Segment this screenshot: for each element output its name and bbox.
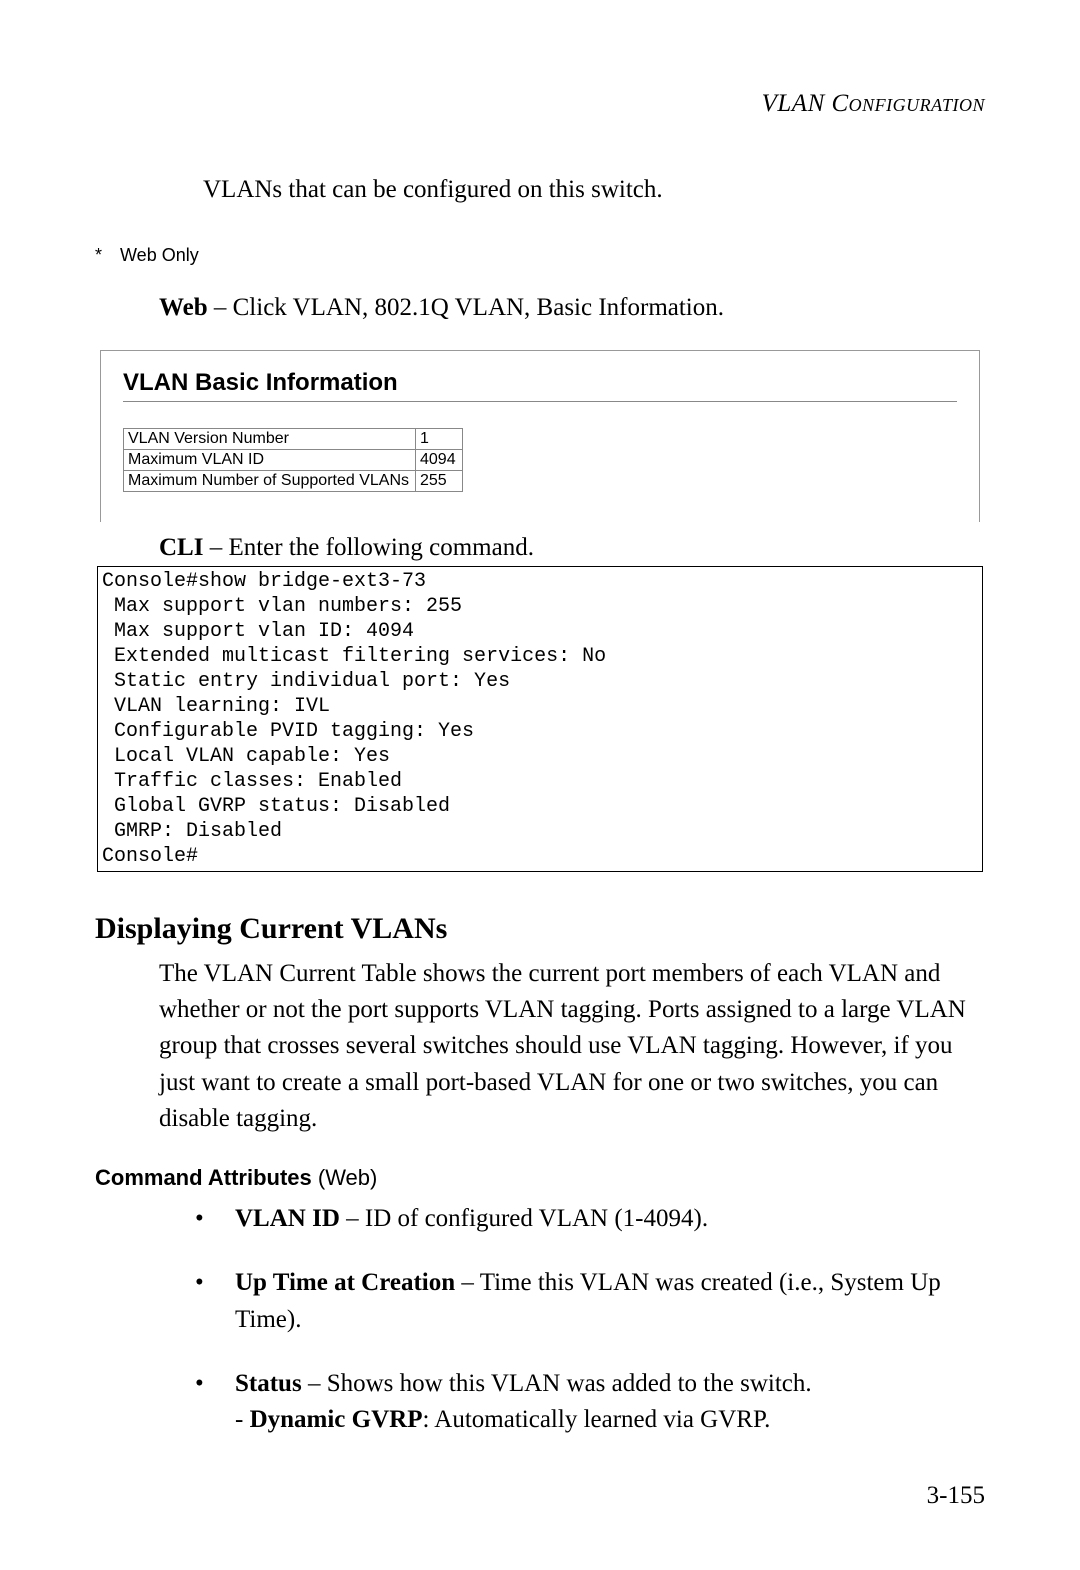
cli-label: CLI bbox=[159, 534, 203, 561]
cmd-attr-rest: (Web) bbox=[312, 1165, 378, 1190]
cell-value: 1 bbox=[416, 428, 463, 449]
web-label: Web bbox=[159, 294, 208, 321]
attr-term: Status bbox=[235, 1370, 302, 1397]
section-heading: Displaying Current VLANs bbox=[95, 912, 985, 946]
footnote-line: * Web Only bbox=[95, 245, 985, 266]
cell-label: Maximum VLAN ID bbox=[124, 449, 416, 470]
cli-instruction: CLI – Enter the following command. bbox=[159, 534, 985, 562]
attribute-list: VLAN ID – ID of configured VLAN (1-4094)… bbox=[195, 1201, 985, 1438]
table-row: VLAN Version Number 1 bbox=[124, 428, 463, 449]
cell-label: VLAN Version Number bbox=[124, 428, 416, 449]
cell-label: Maximum Number of Supported VLANs bbox=[124, 470, 416, 491]
sub-line: - Dynamic GVRP: Automatically learned vi… bbox=[235, 1402, 985, 1438]
table-row: Maximum VLAN ID 4094 bbox=[124, 449, 463, 470]
footnote-text: Web Only bbox=[120, 245, 199, 265]
cell-value: 255 bbox=[416, 470, 463, 491]
asterisk-icon: * bbox=[95, 245, 115, 266]
sub-term: Dynamic GVRP bbox=[250, 1406, 423, 1433]
attr-term: Up Time at Creation bbox=[235, 1269, 455, 1296]
screenshot-title: VLAN Basic Information bbox=[123, 369, 957, 397]
sub-desc: : Automatically learned via GVRP. bbox=[422, 1406, 770, 1433]
attr-desc: – ID of configured VLAN (1-4094). bbox=[340, 1205, 708, 1232]
web-instruction: Web – Click VLAN, 802.1Q VLAN, Basic Inf… bbox=[159, 294, 985, 322]
vlan-info-screenshot: VLAN Basic Information VLAN Version Numb… bbox=[100, 350, 980, 522]
page-header: VLAN Configuration bbox=[95, 90, 985, 118]
list-item: Status – Shows how this VLAN was added t… bbox=[195, 1366, 985, 1439]
attr-term: VLAN ID bbox=[235, 1205, 340, 1232]
intro-text: VLANs that can be configured on this swi… bbox=[203, 173, 985, 207]
page-number: 3-155 bbox=[927, 1482, 985, 1510]
cli-output: Console#show bridge-ext3-73 Max support … bbox=[97, 566, 983, 872]
list-item: Up Time at Creation – Time this VLAN was… bbox=[195, 1265, 985, 1338]
cell-value: 4094 bbox=[416, 449, 463, 470]
attr-desc: – Shows how this VLAN was added to the s… bbox=[302, 1370, 812, 1397]
section-paragraph: The VLAN Current Table shows the current… bbox=[159, 956, 985, 1137]
table-row: Maximum Number of Supported VLANs 255 bbox=[124, 470, 463, 491]
list-item: VLAN ID – ID of configured VLAN (1-4094)… bbox=[195, 1201, 985, 1237]
divider bbox=[123, 401, 957, 402]
info-table: VLAN Version Number 1 Maximum VLAN ID 40… bbox=[123, 428, 463, 492]
web-text: – Click VLAN, 802.1Q VLAN, Basic Informa… bbox=[208, 294, 724, 321]
cmd-attr-bold: Command Attributes bbox=[95, 1165, 312, 1190]
command-attributes-heading: Command Attributes (Web) bbox=[95, 1165, 985, 1191]
cli-text: – Enter the following command. bbox=[203, 534, 533, 561]
